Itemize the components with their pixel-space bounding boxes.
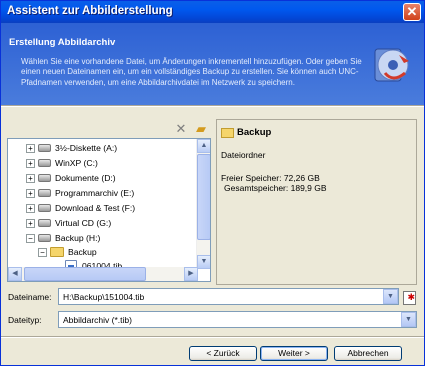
filename-value[interactable]: H:\Backup\151004.tib: [63, 292, 144, 302]
tree-item-g[interactable]: + Virtual CD (G:): [26, 216, 111, 230]
info-title: Backup: [237, 127, 272, 138]
info-total-space: Gesamtspeicher: 189,9 GB: [224, 183, 327, 193]
scroll-down-icon[interactable]: ▼: [197, 255, 210, 269]
chevron-down-icon[interactable]: ▼: [383, 289, 398, 304]
expand-icon[interactable]: +: [26, 143, 35, 153]
tree-item-label: Backup: [68, 247, 97, 257]
hard-drive-icon: [38, 159, 51, 167]
chevron-down-icon[interactable]: ▼: [401, 312, 416, 327]
tree-item-d[interactable]: + Dokumente (D:): [26, 171, 116, 185]
folder-icon: [221, 128, 234, 138]
tree-item-label: 3½-Diskette (A:): [55, 143, 118, 153]
header-separator: [1, 105, 424, 107]
scroll-right-icon[interactable]: ▶: [184, 267, 198, 281]
collapse-icon[interactable]: −: [38, 247, 47, 257]
tree-item-backup-folder[interactable]: − Backup: [38, 245, 97, 259]
hard-drive-icon: [38, 204, 51, 212]
floppy-drive-icon: [38, 144, 51, 152]
tree-item-label: Download & Test (F:): [55, 203, 136, 213]
filetype-value[interactable]: Abbildarchiv (*.tib): [63, 315, 132, 325]
folder-tree[interactable]: + 3½-Diskette (A:) + WinXP (C:) + Dokume…: [7, 138, 211, 282]
scroll-thumb[interactable]: [24, 267, 146, 281]
tree-item-h[interactable]: − Backup (H:): [26, 231, 100, 245]
wizard-header: Erstellung Abbildarchiv Wählen Sie eine …: [1, 23, 424, 105]
expand-icon[interactable]: +: [26, 203, 35, 213]
tree-item-f[interactable]: + Download & Test (F:): [26, 201, 135, 215]
tree-item-e[interactable]: + Programmarchiv (E:): [26, 186, 134, 200]
step-description: Wählen Sie eine vorhandene Datei, um Änd…: [21, 57, 362, 87]
expand-icon[interactable]: +: [26, 188, 35, 198]
expand-icon[interactable]: +: [26, 173, 35, 183]
window-title: Assistent zur Abbilderstellung: [7, 5, 173, 17]
title-bar: Assistent zur Abbilderstellung ✕: [1, 1, 424, 23]
wizard-window: Assistent zur Abbilderstellung ✕ Erstell…: [0, 0, 425, 366]
tree-item-c[interactable]: + WinXP (C:): [26, 156, 98, 170]
new-file-icon[interactable]: ✱: [403, 291, 416, 305]
tree-item-floppy[interactable]: + 3½-Diskette (A:): [26, 141, 117, 155]
delete-icon[interactable]: ✕: [173, 122, 189, 136]
cd-drive-icon: [38, 219, 51, 227]
folder-icon: [50, 247, 64, 257]
backup-disc-icon: [374, 48, 409, 82]
step-title: Erstellung Abbildarchiv: [9, 37, 116, 48]
filetype-select[interactable]: Abbildarchiv (*.tib) ▼: [58, 311, 417, 328]
hard-drive-icon: [38, 189, 51, 197]
expand-icon[interactable]: +: [26, 218, 35, 228]
scroll-left-icon[interactable]: ◀: [8, 267, 22, 281]
horizontal-scrollbar[interactable]: ◀ ▶: [8, 267, 198, 281]
next-button[interactable]: Weiter >: [260, 346, 328, 361]
expand-icon[interactable]: +: [26, 158, 35, 168]
tree-item-label: Programmarchiv (E:): [55, 188, 135, 198]
tree-item-label: Dokumente (D:): [55, 173, 116, 183]
footer-separator: [1, 336, 424, 338]
collapse-icon[interactable]: −: [26, 233, 35, 243]
info-free-space: Freier Speicher: 72,26 GB: [221, 173, 320, 183]
info-type: Dateiordner: [221, 150, 266, 160]
tree-item-label: Virtual CD (G:): [55, 218, 112, 228]
filename-combo[interactable]: H:\Backup\151004.tib ▼: [58, 288, 399, 305]
folder-info-panel: Backup Dateiordner Freier Speicher: 72,2…: [216, 119, 417, 285]
tree-item-label: Backup (H:): [55, 233, 101, 243]
scroll-up-icon[interactable]: ▲: [197, 139, 210, 153]
hard-drive-icon: [38, 234, 51, 242]
filetype-label: Dateityp:: [8, 315, 42, 325]
back-button[interactable]: < Zurück: [189, 346, 257, 361]
close-button[interactable]: ✕: [403, 3, 421, 21]
tree-item-label: WinXP (C:): [55, 158, 98, 168]
filename-label: Dateiname:: [8, 292, 52, 302]
vertical-scrollbar[interactable]: ▲ ▼: [196, 139, 210, 269]
hard-drive-icon: [38, 174, 51, 182]
cancel-button[interactable]: Abbrechen: [334, 346, 402, 361]
new-folder-icon[interactable]: ▰: [193, 122, 209, 136]
scroll-thumb[interactable]: [197, 154, 210, 240]
